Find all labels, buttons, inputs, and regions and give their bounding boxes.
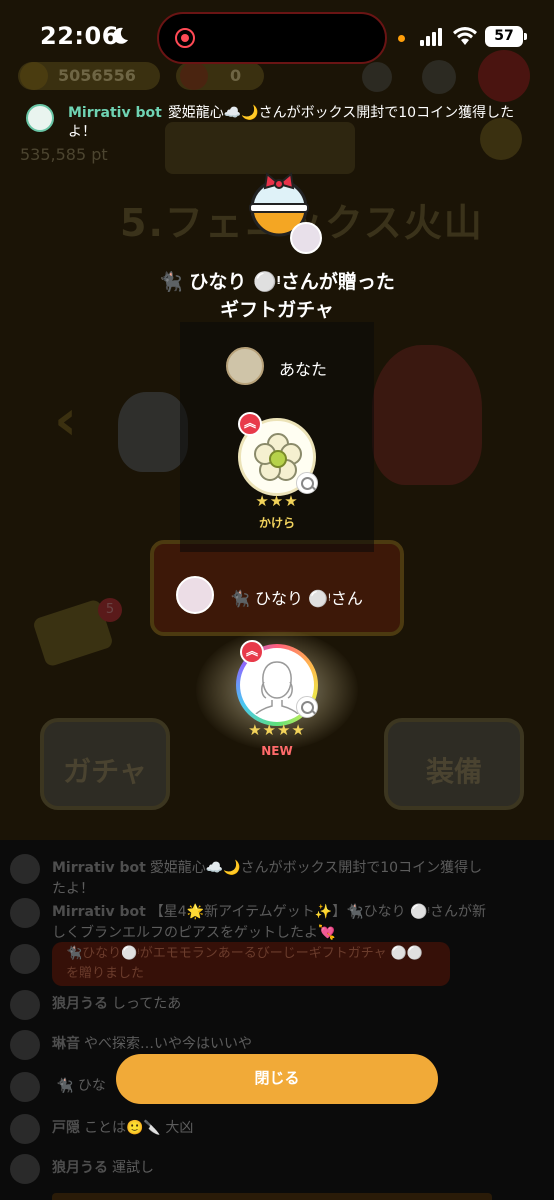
chat-name: Mirrativ bot bbox=[52, 860, 146, 876]
chat-text: 狼月うる 運試し bbox=[52, 1158, 492, 1179]
flower-item-icon bbox=[254, 433, 302, 481]
gift-title-line1: 🐈‍⬛ ひなり ⚪️ᵎさんが贈った bbox=[159, 271, 395, 293]
chat-avatar bbox=[10, 944, 40, 974]
chat-avatar bbox=[10, 1072, 40, 1102]
chat-input-edge bbox=[52, 1193, 492, 1200]
signal-icon bbox=[420, 28, 442, 46]
moon-icon bbox=[113, 27, 128, 44]
item2-new-label: NEW bbox=[261, 744, 293, 758]
chat-text: 狼月うる しってたあ bbox=[52, 994, 492, 1015]
prev-stage-arrow[interactable]: ‹ bbox=[54, 388, 77, 453]
gift-title: 🐈‍⬛ ひなり ⚪️ᵎさんが贈った ギフトガチャ bbox=[0, 268, 554, 324]
item2-stars: ★★★★ bbox=[248, 721, 306, 739]
notification-banner: Mirrativ bot 愛姫龍心☁️🌙さんがボックス開封で10コイン獲得したよ！ bbox=[26, 104, 536, 144]
giver-avatar bbox=[176, 576, 214, 614]
monster-character bbox=[372, 345, 482, 485]
dynamic-island bbox=[157, 12, 387, 64]
zoom-icon[interactable] bbox=[296, 472, 318, 494]
chat-body: ことは🙂🔪 大凶 bbox=[84, 1120, 194, 1136]
privacy-indicator bbox=[398, 35, 405, 42]
points-label: 535,585 pt bbox=[20, 145, 108, 164]
gacha-button[interactable]: ガチャ bbox=[40, 718, 170, 810]
avatar-silhouette-icon bbox=[255, 661, 299, 714]
status-bar: 22:06 57 bbox=[0, 0, 554, 76]
close-button[interactable]: 閉じる bbox=[116, 1054, 438, 1104]
recipient-avatar bbox=[226, 347, 264, 385]
recipient-row: あなた bbox=[226, 347, 386, 387]
chat-body: 運試し bbox=[112, 1160, 154, 1176]
chat-body: やべ探索…いや今はいいや bbox=[84, 1036, 252, 1052]
chat-text: 戸隠 ことは🙂🔪 大凶 bbox=[52, 1118, 492, 1139]
chat-name: 狼月うる bbox=[52, 996, 108, 1012]
gift-title-line2: ギフトガチャ bbox=[220, 299, 334, 321]
equip-button-label: 装備 bbox=[425, 755, 482, 788]
up-badge-icon: ︽ bbox=[240, 640, 264, 664]
recipient-label: あなた bbox=[279, 360, 328, 379]
giver-label: 🐈‍⬛ ひなり ⚪️ᵎさん bbox=[230, 589, 363, 608]
notification-author: Mirrativ bot bbox=[68, 105, 162, 121]
notification-text: Mirrativ bot 愛姫龍心☁️🌙さんがボックス開封で10コイン獲得したよ！ bbox=[68, 104, 538, 142]
item1-name: かけら bbox=[258, 516, 295, 530]
chat-avatar bbox=[10, 990, 40, 1020]
ticket-badge: 5 bbox=[98, 598, 122, 622]
giver-row: 🐈‍⬛ ひなり ⚪️ᵎさん bbox=[176, 576, 396, 616]
chat-name: Mirrativ bot bbox=[52, 904, 146, 920]
gift-chat-highlight: 🐈‍⬛ひなり⚪️ᵎがエモモランあーるびーじーギフトガチャ ⚪️⚪️を贈りました bbox=[52, 942, 450, 986]
chat-text: Mirrativ bot 愛姫龍心☁️🌙さんがボックス開封で10コイン獲得したよ！ bbox=[52, 858, 492, 900]
chat-avatar bbox=[10, 854, 40, 884]
chat-name: 琳音 bbox=[52, 1036, 80, 1052]
up-badge-icon: ︽ bbox=[238, 412, 262, 436]
chat-body: しってたあ bbox=[112, 996, 182, 1012]
battery-icon: 57 bbox=[485, 26, 527, 47]
chat-avatar bbox=[10, 1154, 40, 1184]
equip-button[interactable]: 装備 bbox=[384, 718, 524, 810]
bot-avatar bbox=[26, 104, 54, 132]
chat-avatar bbox=[10, 1114, 40, 1144]
chat-text: Mirrativ bot 【星4🌟新アイテムゲット✨】🐈‍⬛ひなり ⚪️ᵎさんが新… bbox=[52, 902, 492, 944]
rabbit-character bbox=[118, 392, 188, 472]
chat-body: 🐈‍⬛ ひな bbox=[56, 1078, 106, 1094]
record-icon bbox=[175, 28, 195, 48]
wifi-icon bbox=[453, 27, 477, 45]
gift-sender-avatar bbox=[290, 222, 322, 254]
chat-name: 狼月うる bbox=[52, 1160, 108, 1176]
item1-stars: ★★★ bbox=[255, 492, 299, 510]
chat-text: 琳音 やべ探索…いや今はいいや bbox=[52, 1034, 492, 1055]
zoom-icon[interactable] bbox=[296, 696, 318, 718]
chat-avatar bbox=[10, 1030, 40, 1060]
gacha-button-label: ガチャ bbox=[63, 755, 147, 788]
chat-name: 戸隠 bbox=[52, 1120, 80, 1136]
status-time: 22:06 bbox=[40, 22, 119, 50]
chat-avatar bbox=[10, 898, 40, 928]
